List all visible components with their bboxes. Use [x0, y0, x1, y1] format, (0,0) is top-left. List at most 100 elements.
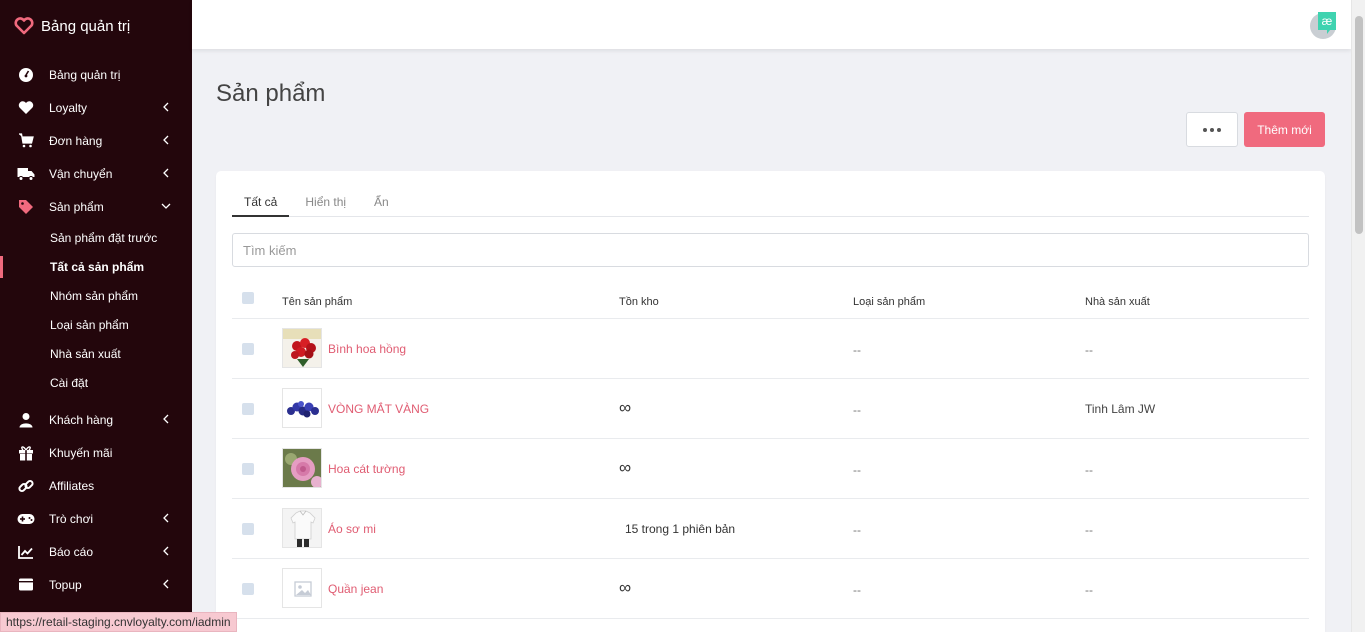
brand[interactable]: Bảng quản trị [0, 0, 192, 52]
select-all-checkbox[interactable] [242, 292, 254, 304]
sidebar-item-label: Loyalty [49, 100, 88, 115]
table-row[interactable]: VÒNG MẮT VÀNG ∞ -- Tinh Lâm JW [232, 379, 1309, 439]
sidebar-item-promotions[interactable]: Khuyến mãi [0, 436, 192, 469]
product-thumbnail[interactable] [282, 388, 322, 428]
vendor-value: Tinh Lâm JW [1085, 402, 1156, 416]
page-scrollbar[interactable] [1351, 0, 1365, 632]
chevron-left-icon [160, 167, 172, 179]
row-checkbox[interactable] [242, 523, 254, 535]
product-name-link[interactable]: Hoa cát tường [328, 462, 405, 476]
header-product-name[interactable]: Tên sản phẩm [282, 296, 352, 308]
sidebar-item-customers[interactable]: Khách hàng [0, 403, 192, 436]
sidebar-item-topup[interactable]: Topup [0, 568, 192, 601]
table-row[interactable]: Áo sơ mi 15 trong 1 phiên bản -- -- [232, 499, 1309, 559]
header-stock[interactable]: Tồn kho [619, 296, 659, 308]
product-type-value: -- [853, 583, 861, 597]
sidebar-item-label: Khách hàng [49, 412, 114, 427]
row-checkbox[interactable] [242, 583, 254, 595]
tab-visible[interactable]: Hiển thị [293, 185, 358, 217]
gamepad-icon [17, 510, 35, 528]
sidebar-item-label: Báo cáo [49, 544, 94, 559]
add-new-button[interactable]: Thêm mới [1244, 112, 1325, 147]
image-placeholder-icon[interactable] [282, 568, 322, 608]
sidebar-subitem-product-types[interactable]: Loại sản phẩm [0, 310, 192, 339]
tab-all[interactable]: Tất cả [232, 185, 290, 217]
table-row[interactable]: Bình hoa hồng -- -- [232, 319, 1309, 379]
gift-icon [17, 444, 35, 462]
chart-icon [17, 543, 35, 561]
search-input[interactable] [232, 233, 1309, 267]
chevron-left-icon [160, 578, 172, 590]
vendor-value: -- [1085, 463, 1093, 477]
row-checkbox[interactable] [242, 463, 254, 475]
gauge-icon [17, 66, 35, 84]
sidebar-item-affiliates[interactable]: Affiliates [0, 469, 192, 502]
chevron-down-icon [160, 200, 172, 212]
scrollbar-thumb[interactable] [1355, 16, 1363, 234]
sidebar-item-label: Affiliates [49, 478, 95, 493]
status-bar-url: https://retail-staging.cnvloyalty.com/ia… [0, 612, 237, 632]
sidebar-item-label: Sản phẩm [49, 199, 104, 214]
sidebar-item-loyalty[interactable]: Loyalty [0, 91, 192, 124]
filter-tabs: Tất cả Hiển thị Ẩn [232, 185, 1309, 217]
table-row[interactable]: Quần jean ∞ -- -- [232, 559, 1309, 619]
product-thumbnail[interactable] [282, 508, 322, 548]
product-name-link[interactable]: VÒNG MẮT VÀNG [328, 402, 429, 416]
product-type-value: -- [853, 463, 861, 477]
sidebar-item-label: Trò chơi [49, 511, 94, 526]
avatar[interactable]: æ [1309, 10, 1339, 40]
sidebar-subitem-vendors[interactable]: Nhà sản xuất [0, 339, 192, 368]
sidebar-subitem-all-products[interactable]: Tất cả sản phẩm [0, 252, 192, 281]
top-bar: æ [192, 0, 1351, 49]
stock-value: 15 trong 1 phiên bản [625, 522, 736, 536]
stock-value: ∞ [619, 398, 632, 417]
chevron-left-icon [160, 545, 172, 557]
sidebar-item-reports[interactable]: Báo cáo [0, 535, 192, 568]
row-checkbox[interactable] [242, 403, 254, 415]
cart-icon [17, 132, 35, 150]
sidebar-item-products[interactable]: Sản phẩm [0, 190, 192, 223]
chevron-left-icon [160, 134, 172, 146]
sidebar-subitem-collections[interactable]: Nhóm sản phẩm [0, 281, 192, 310]
sidebar-item-shipping[interactable]: Vận chuyển [0, 157, 192, 190]
sidebar-item-games[interactable]: Trò chơi [0, 502, 192, 535]
tab-hidden[interactable]: Ẩn [362, 185, 401, 217]
product-name-link[interactable]: Bình hoa hồng [328, 342, 406, 356]
chevron-left-icon [160, 101, 172, 113]
products-card: Tất cả Hiển thị Ẩn Tên sản phẩm Tồn kho … [216, 171, 1325, 632]
dot-icon [1217, 127, 1221, 132]
table-row[interactable]: Hoa cát tường ∞ -- -- [232, 439, 1309, 499]
chevron-left-icon [160, 413, 172, 425]
heart-icon [17, 99, 35, 117]
sidebar-item-label: Bảng quản trị [49, 67, 121, 82]
header-product-type[interactable]: Loại sản phẩm [853, 296, 925, 308]
product-name-link[interactable]: Quần jean [328, 582, 383, 596]
page-title: Sản phẩm [216, 80, 326, 107]
dot-icon [1210, 127, 1214, 132]
brand-title: Bảng quản trị [41, 17, 131, 35]
product-thumbnail[interactable] [282, 328, 322, 368]
product-type-value: -- [853, 523, 861, 537]
sidebar-subitem-settings[interactable]: Cài đặt [0, 368, 192, 397]
sidebar-item-dashboard[interactable]: Bảng quản trị [0, 58, 192, 91]
sidebar-item-label: Khuyến mãi [49, 445, 113, 460]
wallet-icon [17, 576, 35, 594]
sidebar-menu: Bảng quản trị Loyalty Đơn hàng Vận chuyể… [0, 58, 192, 601]
sidebar-item-label: Vận chuyển [49, 166, 113, 181]
products-table: Tên sản phẩm Tồn kho Loại sản phẩm Nhà s… [232, 283, 1309, 619]
product-type-value: -- [853, 343, 861, 357]
vendor-value: -- [1085, 523, 1093, 537]
vendor-value: -- [1085, 343, 1093, 357]
stock-value: ∞ [619, 578, 632, 597]
header-vendor[interactable]: Nhà sản xuất [1085, 296, 1150, 308]
sidebar-item-label: Đơn hàng [49, 133, 103, 148]
vendor-value: -- [1085, 583, 1093, 597]
truck-icon [17, 165, 35, 183]
sidebar-item-orders[interactable]: Đơn hàng [0, 124, 192, 157]
product-name-link[interactable]: Áo sơ mi [328, 522, 376, 536]
product-thumbnail[interactable] [282, 448, 322, 488]
sidebar-subitem-preorder[interactable]: Sản phẩm đặt trước [0, 223, 192, 252]
more-actions-button[interactable] [1186, 112, 1238, 147]
row-checkbox[interactable] [242, 343, 254, 355]
dot-icon [1203, 127, 1207, 132]
